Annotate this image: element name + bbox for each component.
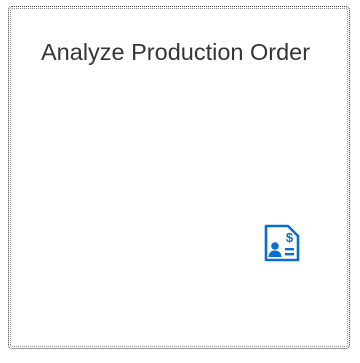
customer-financial-fact-sheet-icon: $: [264, 224, 300, 262]
tile-title: Analyze Production Order: [41, 39, 311, 65]
svg-text:$: $: [286, 230, 294, 245]
app-tile-analyze-production-order[interactable]: Analyze Production Order $: [8, 6, 350, 349]
